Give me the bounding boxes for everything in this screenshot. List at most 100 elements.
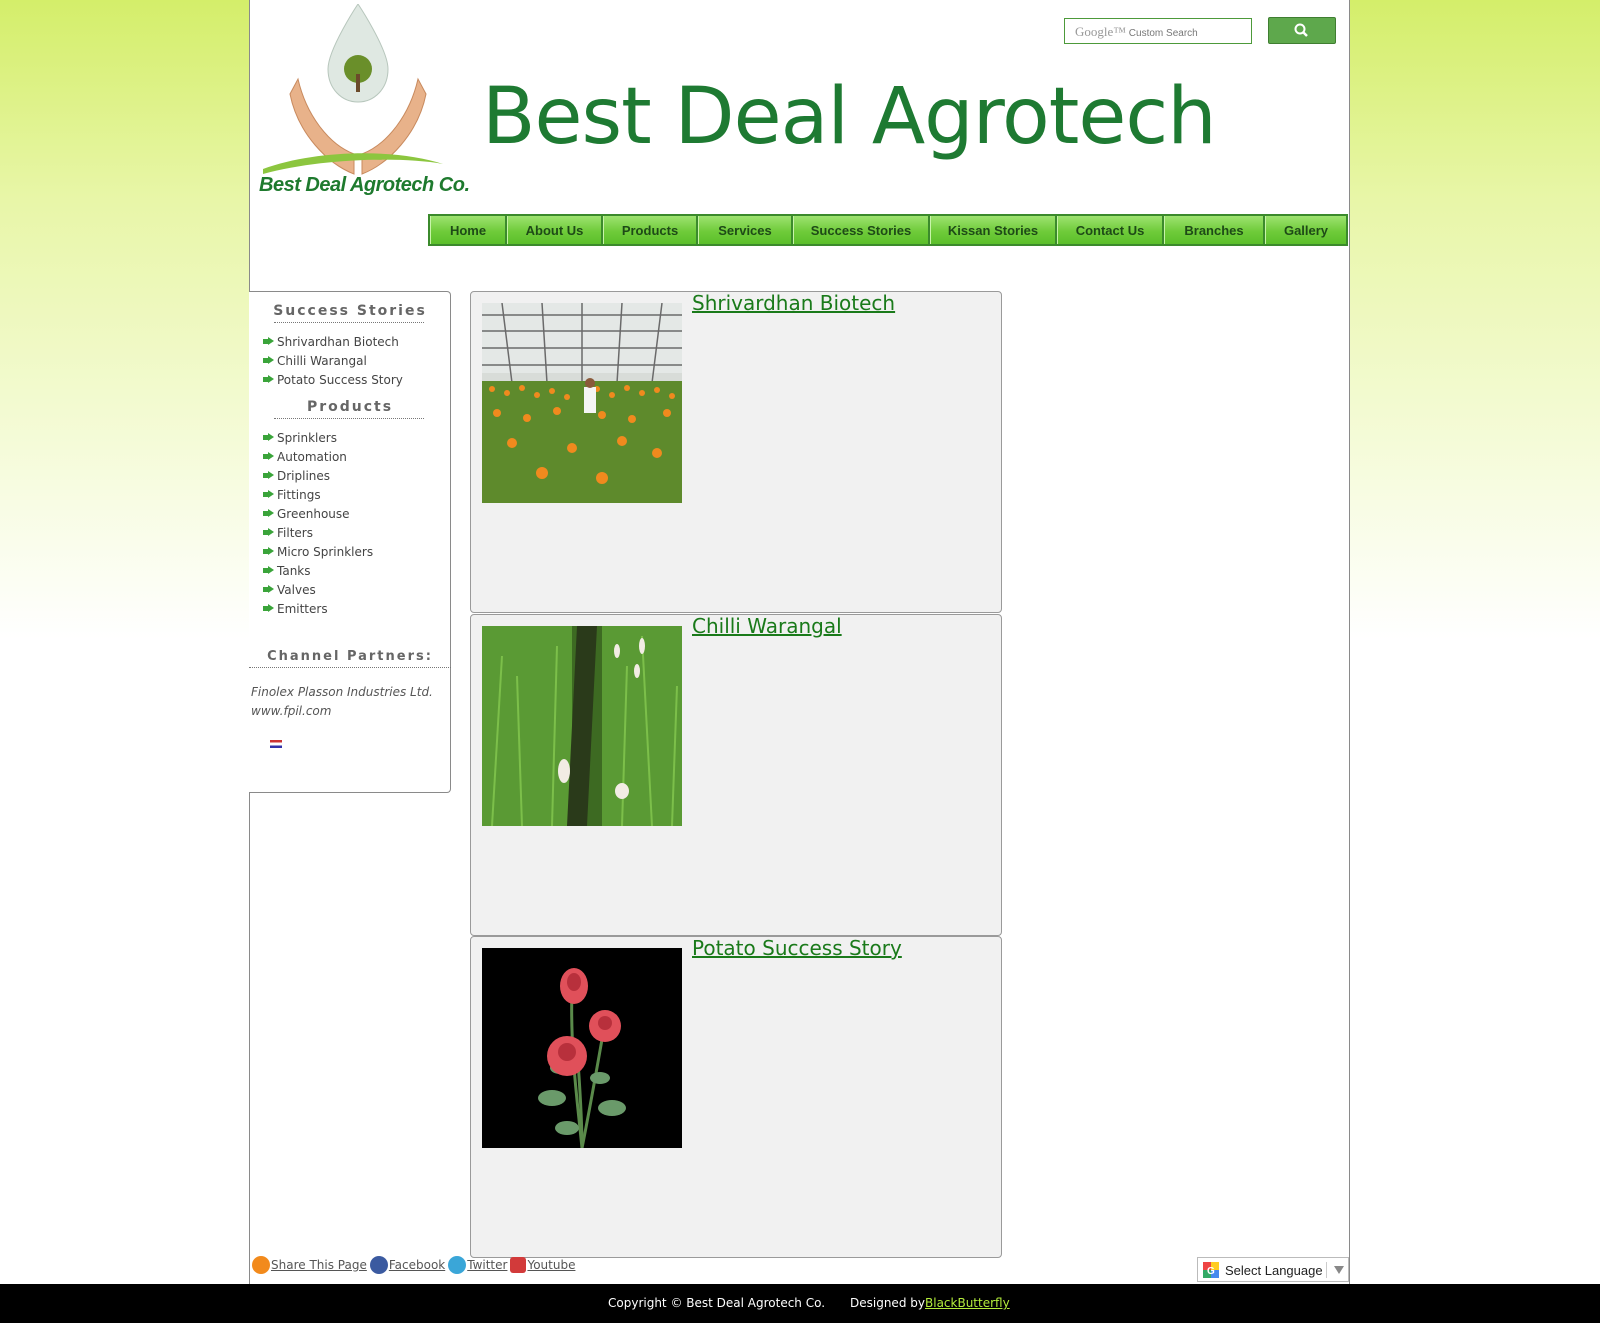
sidebar-item-label: Micro Sprinklers [277, 544, 374, 559]
story-image-field[interactable] [482, 626, 682, 826]
share-page-link[interactable]: Share This Page [252, 1256, 367, 1274]
products-list: Sprinklers Automation Driplines Fittings… [263, 428, 373, 618]
share-label: Share This Page [271, 1258, 367, 1272]
youtube-icon [510, 1257, 527, 1273]
arrow-icon [263, 528, 274, 537]
twitter-label: Twitter [467, 1258, 508, 1272]
rss-icon [252, 1256, 270, 1274]
search-placeholder-text: Custom Search [1128, 28, 1198, 39]
google-translate-icon: G [1203, 1262, 1219, 1278]
sidebar-success-heading: Success Stories [273, 303, 427, 319]
search-placeholder-brand: Google™ [1075, 24, 1127, 39]
sidebar-item-driplines[interactable]: Driplines [263, 466, 373, 485]
designed-by-text: Designed by [850, 1296, 925, 1310]
arrow-icon [263, 547, 274, 556]
search-button[interactable] [1268, 17, 1336, 44]
arrow-icon [263, 509, 274, 518]
arrow-icon [263, 471, 274, 480]
sidebar-item-label: Sprinklers [277, 430, 337, 445]
sidebar-item-label: Shrivardhan Biotech [277, 334, 399, 349]
nav-gallery[interactable]: Gallery [1265, 216, 1346, 244]
arrow-icon [263, 452, 274, 461]
nav-products[interactable]: Products [603, 216, 696, 244]
search-input[interactable]: Google™ Custom Search [1064, 18, 1252, 44]
facebook-label: Facebook [388, 1258, 446, 1272]
divider [274, 418, 424, 419]
story-card: Potato Success Story [470, 936, 1002, 1258]
story-title-link[interactable]: Shrivardhan Biotech [692, 291, 895, 315]
youtube-link[interactable]: Youtube [510, 1257, 575, 1273]
facebook-icon [369, 1256, 388, 1274]
sidebar: Success Stories Shrivardhan Biotech Chil… [249, 291, 451, 793]
sidebar-item-filters[interactable]: Filters [263, 523, 373, 542]
divider [249, 667, 451, 668]
arrow-icon [263, 337, 274, 346]
sidebar-item-label: Emitters [277, 601, 328, 616]
arrow-icon [263, 490, 274, 499]
sidebar-item-label: Potato Success Story [277, 372, 403, 387]
story-title-link[interactable]: Potato Success Story [692, 936, 902, 960]
sidebar-item-label: Valves [277, 582, 316, 597]
success-list: Shrivardhan Biotech Chilli Warangal Pota… [263, 332, 403, 389]
sidebar-item-label: Automation [277, 449, 347, 464]
divider [274, 322, 424, 323]
twitter-icon [448, 1256, 467, 1274]
sidebar-item-micro-sprinklers[interactable]: Micro Sprinklers [263, 542, 373, 561]
sidebar-item-label: Tanks [277, 563, 311, 578]
sidebar-item-shrivardhan-biotech[interactable]: Shrivardhan Biotech [263, 332, 403, 351]
sidebar-item-label: Chilli Warangal [277, 353, 367, 368]
arrow-icon [263, 566, 274, 575]
sidebar-item-label: Fittings [277, 487, 321, 502]
chevron-down-icon [1334, 1266, 1344, 1274]
arrow-icon [263, 433, 274, 442]
copyright-text: Copyright © Best Deal Agrotech Co. [608, 1296, 826, 1310]
sidebar-item-emitters[interactable]: Emitters [263, 599, 373, 618]
nav-services[interactable]: Services [698, 216, 791, 244]
partner-name: Finolex Plasson Industries Ltd. [251, 685, 433, 699]
story-card: Chilli Warangal [470, 614, 1002, 936]
nav-about-us[interactable]: About Us [507, 216, 601, 244]
nav-home[interactable]: Home [430, 216, 505, 244]
story-card: Shrivardhan Biotech [470, 291, 1002, 613]
language-select[interactable]: G Select Language [1197, 1257, 1349, 1282]
logo-text: Best Deal Agrotech Co. [259, 174, 470, 196]
sidebar-item-chilli-warangal[interactable]: Chilli Warangal [263, 351, 403, 370]
story-image-greenhouse[interactable] [482, 303, 682, 503]
language-label: Select Language [1225, 1263, 1323, 1278]
sidebar-item-sprinklers[interactable]: Sprinklers [263, 428, 373, 447]
arrow-icon [263, 356, 274, 365]
share-bar: Share This Page Facebook Twitter Youtube [252, 1256, 578, 1274]
footer: Copyright © Best Deal Agrotech Co. Desig… [0, 1284, 1600, 1323]
sidebar-item-label: Filters [277, 525, 313, 540]
nav-success-stories[interactable]: Success Stories [793, 216, 928, 244]
facebook-link[interactable]: Facebook [369, 1256, 446, 1274]
sidebar-products-heading: Products [306, 399, 394, 415]
search-icon [1294, 23, 1308, 37]
search-placeholder: Google™ Custom Search [1075, 24, 1198, 40]
arrow-icon [263, 604, 274, 613]
sidebar-item-fittings[interactable]: Fittings [263, 485, 373, 504]
nav-kissan-stories[interactable]: Kissan Stories [930, 216, 1055, 244]
story-image-roses[interactable] [482, 948, 682, 1148]
sidebar-item-potato-success-story[interactable]: Potato Success Story [263, 370, 403, 389]
nav-contact-us[interactable]: Contact Us [1057, 216, 1162, 244]
nav-branches[interactable]: Branches [1164, 216, 1263, 244]
sidebar-item-tanks[interactable]: Tanks [263, 561, 373, 580]
youtube-label: Youtube [527, 1258, 576, 1272]
divider [1326, 1262, 1327, 1278]
designer-link[interactable]: BlackButterfly [925, 1296, 1010, 1310]
sidebar-item-label: Greenhouse [277, 506, 350, 521]
arrow-icon [263, 585, 274, 594]
partner-url[interactable]: www.fpil.com [251, 702, 433, 721]
arrow-icon [263, 375, 274, 384]
partner-info: Finolex Plasson Industries Ltd. www.fpil… [251, 683, 433, 721]
main-nav: Home About Us Products Services Success … [428, 214, 1348, 246]
flag-icon[interactable] [270, 740, 282, 748]
sidebar-item-label: Driplines [277, 468, 331, 483]
sidebar-item-valves[interactable]: Valves [263, 580, 373, 599]
story-title-link[interactable]: Chilli Warangal [692, 614, 842, 638]
sidebar-item-greenhouse[interactable]: Greenhouse [263, 504, 373, 523]
sidebar-item-automation[interactable]: Automation [263, 447, 373, 466]
twitter-link[interactable]: Twitter [448, 1256, 507, 1274]
sidebar-partners-heading: Channel Partners: [267, 649, 433, 664]
